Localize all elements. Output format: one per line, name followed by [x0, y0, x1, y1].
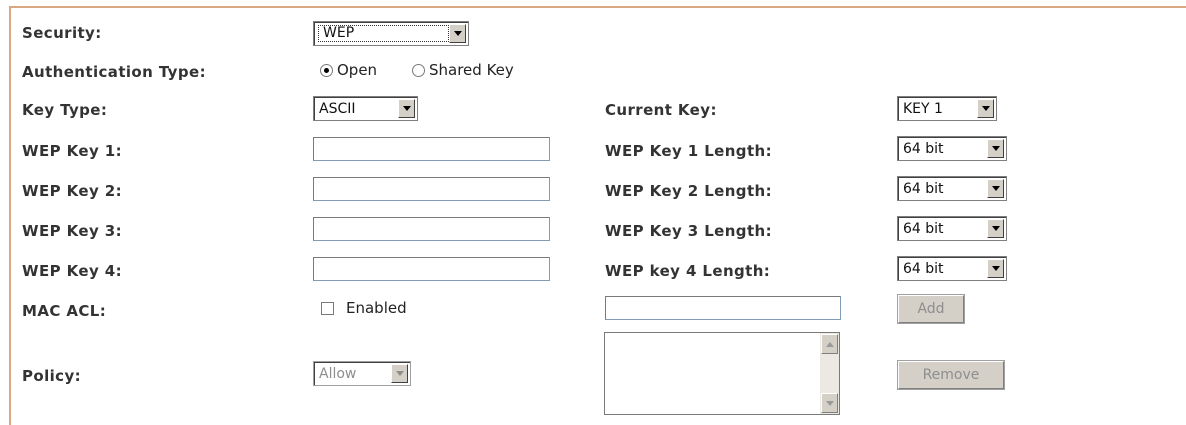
mac-acl-enabled-label: Enabled	[346, 299, 407, 317]
wep-key-3-input[interactable]	[314, 218, 549, 240]
security-select[interactable]: WEP	[313, 21, 469, 46]
wep-key-1-field[interactable]	[313, 137, 550, 161]
scroll-up-arrow-icon[interactable]	[821, 334, 838, 354]
wep-key-1-length-select[interactable]: 64 bit	[897, 136, 1007, 161]
add-button[interactable]: Add	[897, 294, 965, 324]
mac-acl-label: MAC ACL:	[22, 302, 107, 320]
listbox-scrollbar[interactable]	[820, 333, 839, 414]
wep-key-4-input[interactable]	[314, 258, 549, 280]
policy-select[interactable]: Allow	[313, 361, 411, 386]
remove-button[interactable]: Remove	[897, 360, 1005, 390]
wep-key-2-field[interactable]	[313, 177, 550, 201]
wep-key-3-length-label: WEP Key 3 Length:	[605, 222, 772, 240]
chevron-down-icon[interactable]	[977, 99, 994, 118]
radio-selected-dot	[324, 68, 329, 73]
chevron-down-icon[interactable]	[987, 179, 1004, 198]
wep-key-2-length-select[interactable]: 64 bit	[897, 176, 1007, 201]
mac-acl-listbox[interactable]	[604, 332, 840, 415]
auth-open-radio[interactable]	[320, 64, 333, 77]
scroll-down-arrow-icon[interactable]	[821, 393, 838, 413]
chevron-down-icon[interactable]	[398, 99, 415, 118]
key-type-value: ASCII	[319, 100, 356, 117]
wep-key-2-length-value: 64 bit	[903, 180, 944, 197]
wep-key-2-length-label: WEP Key 2 Length:	[605, 182, 772, 200]
wep-key-3-label: WEP Key 3:	[22, 222, 122, 240]
policy-label: Policy:	[22, 367, 82, 385]
wep-key-1-length-value: 64 bit	[903, 140, 944, 157]
chevron-down-icon[interactable]	[987, 219, 1004, 238]
wep-key-2-input[interactable]	[314, 178, 549, 200]
mac-address-field[interactable]	[605, 296, 841, 320]
chevron-down-icon[interactable]	[391, 364, 408, 383]
auth-shared-key-label: Shared Key	[429, 61, 514, 79]
current-key-value: KEY 1	[903, 100, 943, 117]
current-key-label: Current Key:	[605, 101, 717, 119]
security-label: Security:	[22, 24, 102, 42]
auth-open-label: Open	[337, 61, 378, 79]
mac-acl-enabled-checkbox[interactable]	[321, 302, 334, 315]
wep-key-3-length-value: 64 bit	[903, 220, 944, 237]
policy-value: Allow	[319, 365, 357, 382]
wep-key-1-label: WEP Key 1:	[22, 142, 122, 160]
mac-address-input[interactable]	[606, 297, 840, 319]
wep-key-1-length-label: WEP Key 1 Length:	[605, 142, 772, 160]
chevron-down-icon[interactable]	[449, 24, 466, 43]
wep-key-4-length-label: WEP key 4 Length:	[605, 262, 771, 280]
auth-shared-key-radio[interactable]	[412, 64, 425, 77]
wep-key-4-field[interactable]	[313, 257, 550, 281]
auth-type-label: Authentication Type:	[22, 63, 206, 81]
wep-key-1-input[interactable]	[314, 138, 549, 160]
key-type-select[interactable]: ASCII	[313, 96, 418, 121]
chevron-down-icon[interactable]	[987, 139, 1004, 158]
current-key-select[interactable]: KEY 1	[897, 96, 997, 121]
key-type-label: Key Type:	[22, 101, 108, 119]
wep-key-4-length-value: 64 bit	[903, 260, 944, 277]
wep-key-3-field[interactable]	[313, 217, 550, 241]
wep-key-4-length-select[interactable]: 64 bit	[897, 256, 1007, 281]
security-value: WEP	[318, 25, 449, 42]
chevron-down-icon[interactable]	[987, 259, 1004, 278]
wep-key-3-length-select[interactable]: 64 bit	[897, 216, 1007, 241]
wep-key-2-label: WEP Key 2:	[22, 182, 122, 200]
wep-key-4-label: WEP Key 4:	[22, 262, 122, 280]
